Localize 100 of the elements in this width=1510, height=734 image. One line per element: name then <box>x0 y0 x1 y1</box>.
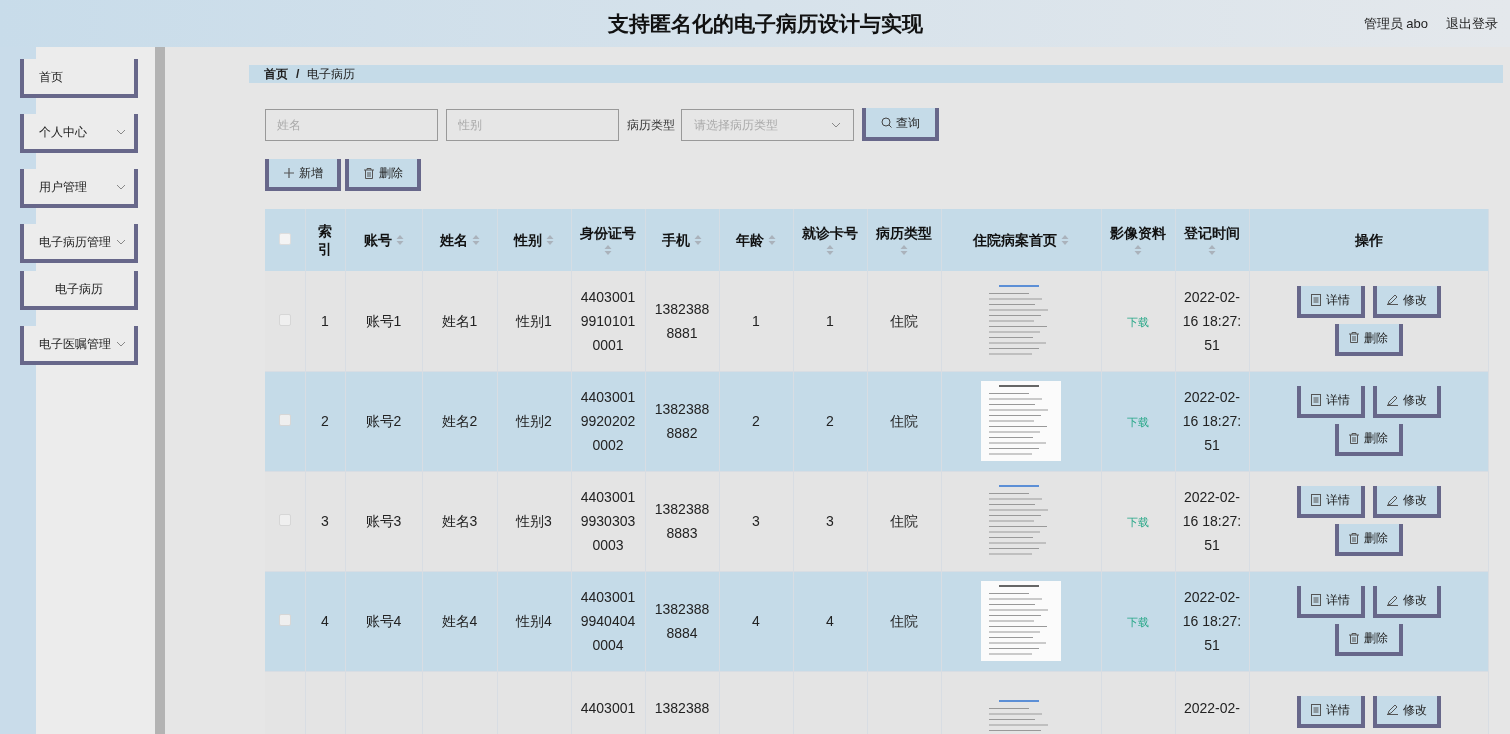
table-cell: 姓名4 <box>441 613 478 629</box>
detail-button[interactable]: 详情 <box>1296 285 1365 318</box>
table-cell: 住院 <box>890 413 918 429</box>
chevron-down-icon <box>116 183 126 190</box>
edit-button[interactable]: 修改 <box>1372 695 1441 728</box>
row-checkbox[interactable] <box>278 614 291 626</box>
chevron-down-icon <box>831 121 841 128</box>
breadcrumb-item: 电子病历 <box>307 66 356 83</box>
delete-button[interactable]: 删除 <box>1334 524 1403 556</box>
table-cell: 账号3 <box>365 513 402 529</box>
document-icon <box>1311 293 1321 306</box>
table-cell: 1 <box>752 312 760 329</box>
column-header[interactable]: 手机 <box>662 231 690 249</box>
breadcrumb-item[interactable]: 首页 <box>264 65 288 83</box>
table-cell: 440300199404040004 <box>580 589 636 653</box>
menu-item[interactable]: 电子病历管理 <box>20 224 138 263</box>
detail-button[interactable]: 详情 <box>1296 586 1365 618</box>
column-header[interactable]: 登记时间 <box>1184 224 1240 242</box>
table-cell: 440300199303030003 <box>580 489 636 553</box>
select-all-checkbox[interactable] <box>278 233 291 245</box>
pencil-icon <box>1386 494 1398 506</box>
table-cell: 3 <box>752 513 760 529</box>
delete-button[interactable]: 删除 <box>1334 424 1403 456</box>
pencil-icon <box>1386 394 1398 406</box>
table-cell: 4 <box>321 613 329 629</box>
table-cell: 2022-02- <box>1183 699 1240 716</box>
document-icon <box>1311 494 1321 506</box>
detail-button[interactable]: 详情 <box>1296 386 1365 418</box>
page-title: 支持匿名化的电子病历设计与实现 <box>607 10 923 37</box>
menu-label: 电子病历 <box>55 280 103 298</box>
table-cell: 1382388 <box>654 699 710 716</box>
filter-label: 病历类型 <box>627 116 675 134</box>
column-header[interactable]: 姓名 <box>439 231 468 249</box>
detail-button[interactable]: 详情 <box>1296 695 1365 728</box>
table-cell: 4 <box>826 613 834 629</box>
column-header[interactable]: 性别 <box>514 231 542 249</box>
menu-label: 电子医嘱管理 <box>39 335 111 353</box>
table-cell: 账号2 <box>365 413 402 429</box>
table-cell: 性别2 <box>516 413 552 429</box>
detail-button[interactable]: 详情 <box>1296 486 1365 518</box>
table-cell: 440300199101010001 <box>580 288 636 353</box>
menu-label: 电子病历管理 <box>39 233 111 251</box>
menu-item[interactable]: 首页 <box>20 59 138 98</box>
table-cell: 2022-02-16 18:27:51 <box>1182 288 1242 353</box>
column-header: 操作 <box>1354 231 1383 249</box>
menu-item[interactable]: 电子医嘱管理 <box>20 326 138 365</box>
edit-button[interactable]: 修改 <box>1372 386 1441 418</box>
column-header: 索引 <box>317 222 333 258</box>
chevron-down-icon <box>116 238 126 245</box>
trash-icon <box>1349 332 1359 344</box>
row-checkbox[interactable] <box>278 313 291 326</box>
table-cell: 1 <box>826 312 834 329</box>
trash-icon <box>1349 432 1359 444</box>
delete-button[interactable]: 删除 <box>345 159 421 191</box>
table-cell: 2022-02-16 18:27:51 <box>1182 489 1242 553</box>
column-header[interactable]: 账号 <box>363 231 392 249</box>
column-header[interactable]: 影像资料 <box>1110 224 1166 242</box>
table-cell: 3 <box>826 513 834 529</box>
table-cell: 姓名3 <box>441 513 478 529</box>
logout-link[interactable]: 退出登录 <box>1446 14 1498 34</box>
scrollbar[interactable] <box>155 47 165 734</box>
search-button[interactable]: 查询 <box>862 108 939 141</box>
table-cell: 13823888884 <box>654 601 710 641</box>
document-icon <box>1311 594 1321 606</box>
table-cell: 姓名1 <box>441 312 478 329</box>
search-icon <box>881 117 892 128</box>
breadcrumb-separator: / <box>296 66 300 83</box>
edit-button[interactable]: 修改 <box>1372 586 1441 618</box>
table-cell: 性别3 <box>516 513 552 529</box>
row-checkbox[interactable] <box>278 514 291 526</box>
document-icon <box>1311 394 1321 406</box>
menu-label: 用户管理 <box>39 178 87 196</box>
column-header[interactable]: 身份证号 <box>580 224 636 242</box>
menu-item[interactable]: 个人中心 <box>20 114 138 153</box>
table-cell: 性别4 <box>516 613 552 629</box>
table-cell: 住院 <box>890 312 918 329</box>
user-label: 管理员 abo <box>1363 15 1428 33</box>
table-cell: 姓名2 <box>441 413 478 429</box>
row-checkbox[interactable] <box>278 414 291 426</box>
table-cell: 2 <box>752 413 760 429</box>
menu-label: 个人中心 <box>39 123 87 141</box>
menu-item[interactable]: 用户管理 <box>20 169 138 208</box>
delete-button[interactable]: 删除 <box>1334 624 1403 656</box>
table-cell: 2022-02-16 18:27:51 <box>1182 389 1242 453</box>
table-cell: 4403001 <box>580 699 636 716</box>
table-cell: 13823888882 <box>654 401 710 441</box>
menu-item[interactable]: 电子病历 <box>20 271 138 310</box>
column-header[interactable]: 年龄 <box>736 231 764 249</box>
trash-icon <box>1349 632 1359 644</box>
trash-icon <box>1349 532 1359 544</box>
column-header[interactable]: 住院病案首页 <box>973 231 1057 249</box>
table-cell: 2022-02-16 18:27:51 <box>1182 589 1242 653</box>
table-cell: 3 <box>321 513 329 529</box>
delete-button[interactable]: 删除 <box>1334 323 1403 356</box>
edit-button[interactable]: 修改 <box>1372 486 1441 518</box>
add-button[interactable]: 新增 <box>265 159 341 191</box>
column-header[interactable]: 病历类型 <box>876 224 932 242</box>
edit-button[interactable]: 修改 <box>1372 285 1441 318</box>
column-header[interactable]: 就诊卡号 <box>802 224 858 242</box>
table-cell: 440300199202020002 <box>580 389 636 453</box>
